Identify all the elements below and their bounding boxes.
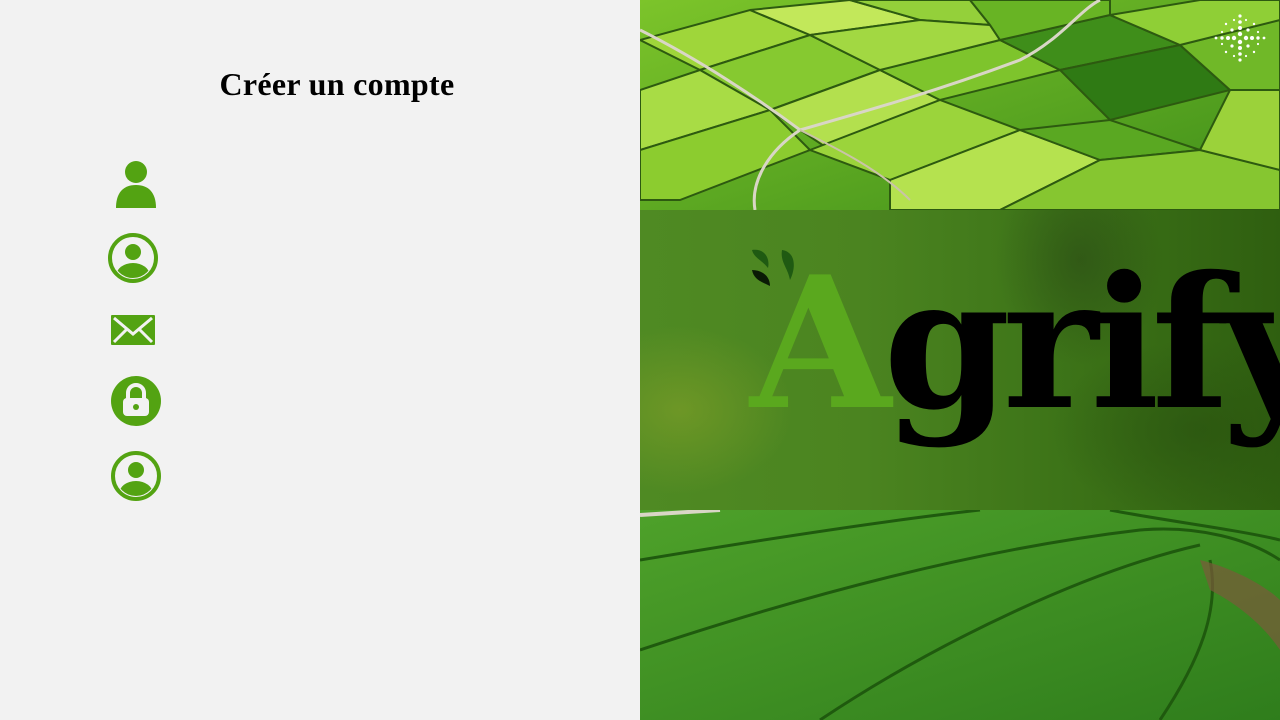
user-circle-icon[interactable] (110, 450, 162, 502)
password-field[interactable] (175, 381, 579, 423)
envelope-icon[interactable] (107, 305, 159, 357)
first-name-field[interactable] (175, 164, 579, 206)
person-icon[interactable] (110, 158, 162, 210)
logo-banner: Agrify (640, 210, 1280, 510)
role-field[interactable] (175, 456, 579, 498)
sparkle-icon[interactable] (1212, 12, 1268, 64)
signup-panel: Créer un compte (0, 0, 640, 720)
brand-first-letter: A (750, 236, 891, 450)
page-title: Créer un compte (219, 66, 455, 102)
brand-rest: grify (883, 236, 1280, 450)
user-circle-icon[interactable] (107, 232, 159, 284)
brand-logo: Agrify (750, 252, 1280, 462)
lock-icon[interactable] (110, 375, 162, 427)
hero-panel: Agrify (640, 0, 1280, 720)
last-name-field[interactable] (175, 238, 579, 280)
email-field[interactable] (175, 310, 579, 352)
